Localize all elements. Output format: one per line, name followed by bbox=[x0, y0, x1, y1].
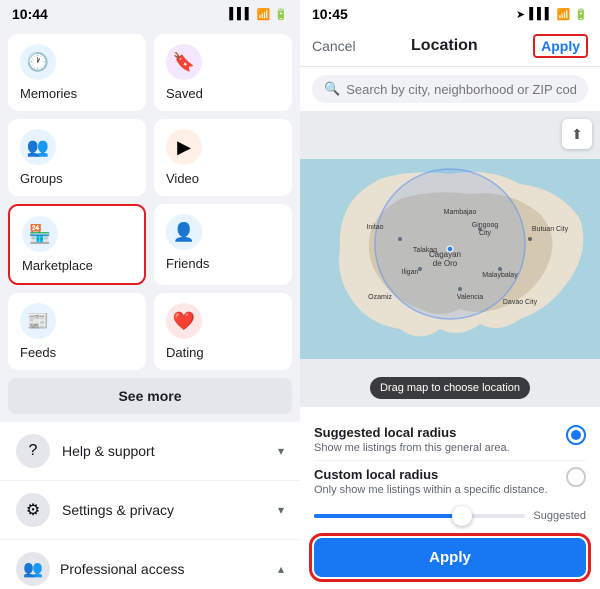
status-bar-left: 10:44 ▌▌▌ 📶 🔋 bbox=[0, 0, 300, 26]
settings-chevron-icon: ▾ bbox=[278, 503, 284, 517]
groups-label: Groups bbox=[20, 171, 63, 186]
professional-access-header: 👥 Professional access ▴ bbox=[16, 552, 284, 586]
help-label: Help & support bbox=[62, 443, 155, 459]
svg-text:de Oro: de Oro bbox=[433, 259, 458, 268]
grid-item-friends[interactable]: 👤 Friends bbox=[154, 204, 292, 285]
custom-radio-button[interactable] bbox=[566, 467, 586, 487]
dating-icon: ❤️ bbox=[166, 303, 202, 339]
search-icon: 🔍 bbox=[324, 81, 340, 97]
memories-icon: 🕐 bbox=[20, 44, 56, 80]
suggested-radio-button[interactable] bbox=[566, 425, 586, 445]
apply-button-container: Apply bbox=[300, 530, 600, 589]
wifi-icon-right: 📶 bbox=[557, 8, 571, 21]
battery-icon: 🔋 bbox=[274, 8, 288, 21]
slider-label: Suggested bbox=[533, 510, 586, 522]
search-bar: 🔍 bbox=[300, 67, 600, 111]
right-panel: 10:45 ➤ ▌▌▌ 📶 🔋 Cancel Location Apply 🔍 bbox=[300, 0, 600, 589]
search-input-wrap[interactable]: 🔍 bbox=[312, 75, 588, 103]
radius-options: Suggested local radius Show me listings … bbox=[300, 407, 600, 502]
apply-button[interactable]: Apply bbox=[314, 538, 586, 577]
friends-label: Friends bbox=[166, 256, 209, 271]
professional-chevron-icon: ▴ bbox=[278, 562, 284, 576]
svg-text:Iligan: Iligan bbox=[402, 269, 419, 276]
saved-label: Saved bbox=[166, 86, 203, 101]
svg-text:Valencia: Valencia bbox=[457, 294, 483, 301]
location-arrow-icon: ➤ bbox=[516, 8, 525, 21]
saved-icon: 🔖 bbox=[166, 44, 202, 80]
slider-fill bbox=[314, 514, 462, 518]
grid-item-memories[interactable]: 🕐 Memories bbox=[8, 34, 146, 111]
feeds-icon: 📰 bbox=[20, 303, 56, 339]
svg-text:Gingoog: Gingoog bbox=[472, 222, 499, 229]
see-more-button[interactable]: See more bbox=[8, 378, 292, 414]
marketplace-label: Marketplace bbox=[22, 258, 93, 273]
svg-text:Talakag: Talakag bbox=[413, 247, 437, 254]
svg-text:Initao: Initao bbox=[366, 224, 383, 231]
slider-thumb[interactable] bbox=[452, 506, 472, 526]
cancel-button[interactable]: Cancel bbox=[312, 38, 356, 54]
svg-text:Ozamiz: Ozamiz bbox=[368, 294, 392, 301]
marketplace-icon: 🏪 bbox=[22, 216, 58, 252]
left-panel: 10:44 ▌▌▌ 📶 🔋 🕐 Memories 🔖 Saved 👥 Group… bbox=[0, 0, 300, 589]
status-time-left: 10:44 bbox=[12, 6, 48, 22]
battery-icon-right: 🔋 bbox=[574, 8, 588, 21]
help-chevron-icon: ▾ bbox=[278, 444, 284, 458]
suggested-radius-title: Suggested local radius bbox=[314, 425, 510, 440]
help-icon: ? bbox=[16, 434, 50, 468]
grid-item-feeds[interactable]: 📰 Feeds bbox=[8, 293, 146, 370]
signal-icon-right: ▌▌▌ bbox=[529, 8, 552, 20]
menu-section: ? Help & support ▾ ⚙ Settings & privacy … bbox=[0, 422, 300, 540]
custom-radius-desc: Only show me listings within a specific … bbox=[314, 484, 548, 496]
professional-label: Professional access bbox=[60, 561, 185, 577]
svg-text:Malaybalay: Malaybalay bbox=[482, 272, 518, 279]
signal-icon: ▌▌▌ bbox=[229, 8, 252, 20]
svg-text:Davao City: Davao City bbox=[503, 299, 538, 306]
svg-text:Mambajao: Mambajao bbox=[444, 209, 477, 216]
wifi-icon: 📶 bbox=[257, 8, 271, 21]
grid-item-groups[interactable]: 👥 Groups bbox=[8, 119, 146, 196]
grid-item-marketplace[interactable]: 🏪 Marketplace bbox=[8, 204, 146, 285]
svg-text:Butuan City: Butuan City bbox=[532, 226, 569, 233]
grid-item-video[interactable]: ▶ Video bbox=[154, 119, 292, 196]
map-svg: Gingoog City Mambajao Butuan City Cagaya… bbox=[300, 111, 600, 407]
apply-header-button[interactable]: Apply bbox=[533, 34, 588, 58]
settings-icon: ⚙ bbox=[16, 493, 50, 527]
app-grid: 🕐 Memories 🔖 Saved 👥 Groups ▶ Video 🏪 Ma… bbox=[0, 26, 300, 378]
professional-access-section: 👥 Professional access ▴ f Public presenc… bbox=[0, 540, 300, 589]
video-icon: ▶ bbox=[166, 129, 202, 165]
feeds-label: Feeds bbox=[20, 345, 56, 360]
memories-label: Memories bbox=[20, 86, 77, 101]
settings-privacy-item[interactable]: ⚙ Settings & privacy ▾ bbox=[0, 481, 300, 540]
custom-radius-option[interactable]: Custom local radius Only show me listing… bbox=[314, 461, 586, 502]
radio-inner-selected bbox=[571, 430, 581, 440]
video-label: Video bbox=[166, 171, 199, 186]
location-title: Location bbox=[411, 37, 478, 55]
status-bar-right: 10:45 ➤ ▌▌▌ 📶 🔋 bbox=[300, 0, 600, 26]
custom-radius-title: Custom local radius bbox=[314, 467, 548, 482]
groups-icon: 👥 bbox=[20, 129, 56, 165]
professional-icon: 👥 bbox=[16, 552, 50, 586]
grid-item-dating[interactable]: ❤️ Dating bbox=[154, 293, 292, 370]
svg-text:City: City bbox=[479, 230, 492, 237]
dating-label: Dating bbox=[166, 345, 204, 360]
status-icons-right: ➤ ▌▌▌ 📶 🔋 bbox=[516, 8, 588, 21]
radius-slider-track[interactable] bbox=[314, 514, 525, 518]
location-search-input[interactable] bbox=[346, 82, 576, 97]
compass-icon: ⬆ bbox=[571, 126, 583, 143]
suggested-radius-desc: Show me listings from this general area. bbox=[314, 442, 510, 454]
help-support-item[interactable]: ? Help & support ▾ bbox=[0, 422, 300, 481]
compass-button[interactable]: ⬆ bbox=[562, 119, 592, 149]
drag-map-tooltip: Drag map to choose location bbox=[370, 377, 530, 399]
friends-icon: 👤 bbox=[166, 214, 202, 250]
status-time-right: 10:45 bbox=[312, 6, 348, 22]
grid-item-saved[interactable]: 🔖 Saved bbox=[154, 34, 292, 111]
suggested-radius-option[interactable]: Suggested local radius Show me listings … bbox=[314, 419, 586, 461]
location-header: Cancel Location Apply bbox=[300, 26, 600, 67]
status-icons-left: ▌▌▌ 📶 🔋 bbox=[229, 8, 288, 21]
map-container[interactable]: Gingoog City Mambajao Butuan City Cagaya… bbox=[300, 111, 600, 407]
settings-label: Settings & privacy bbox=[62, 502, 174, 518]
slider-section: Suggested bbox=[300, 502, 600, 530]
